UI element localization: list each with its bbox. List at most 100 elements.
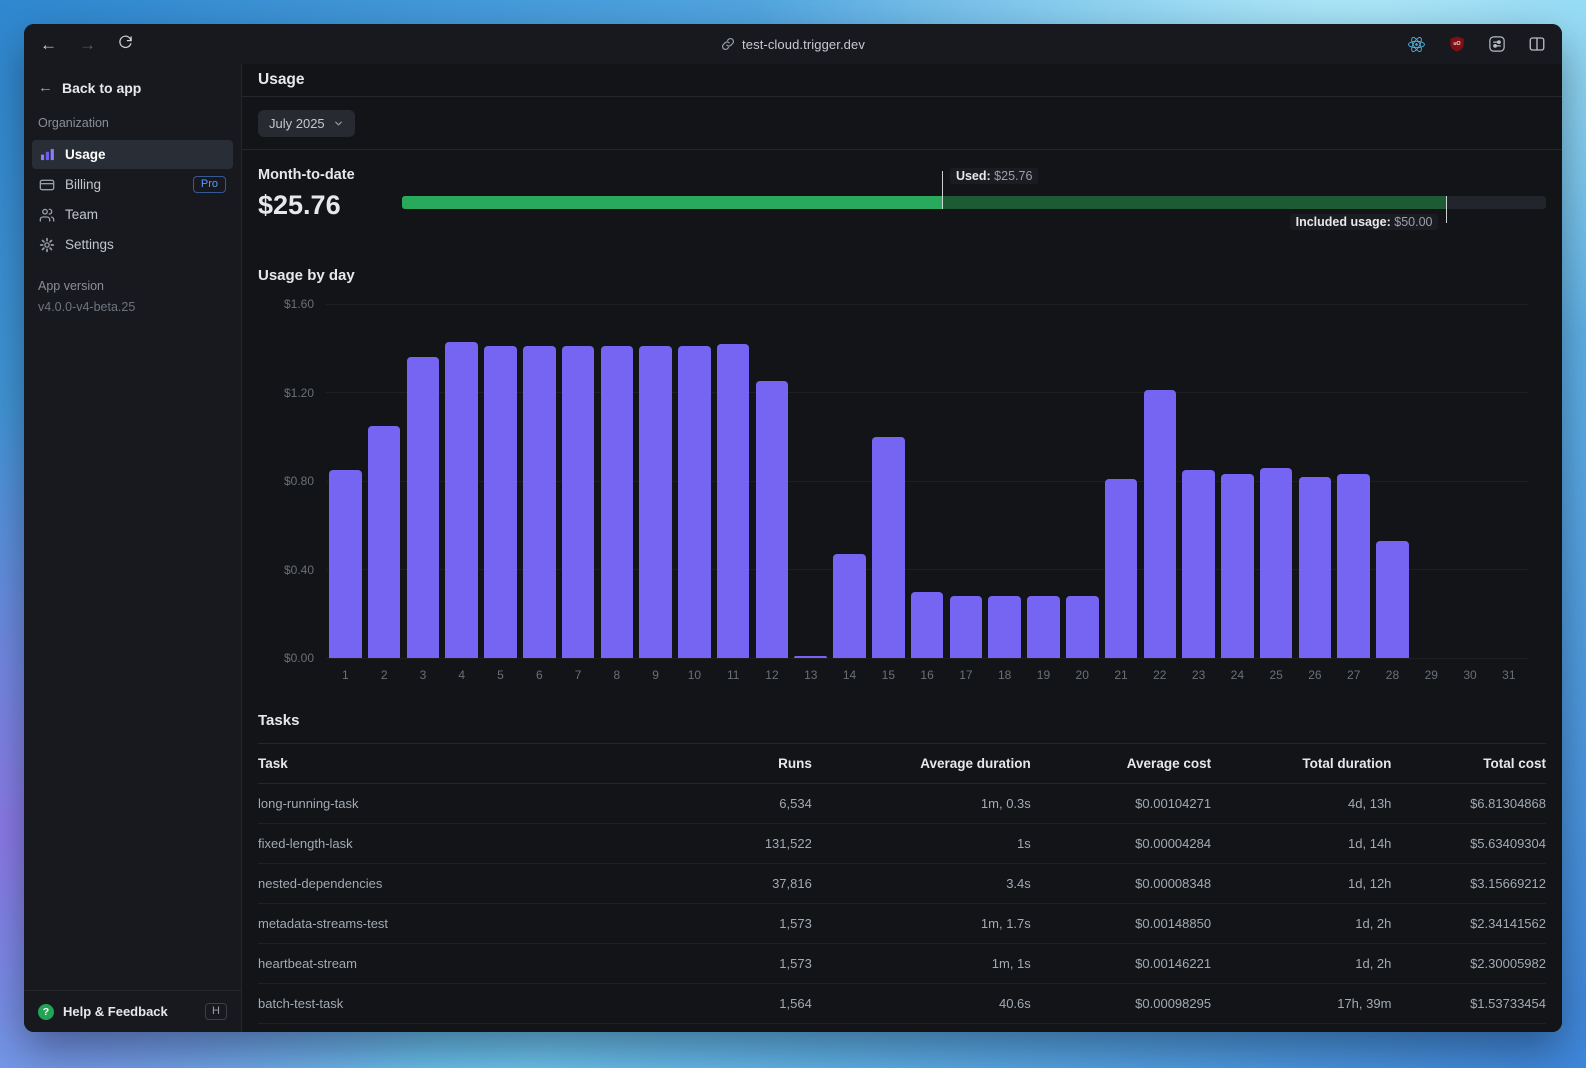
bar-slot — [597, 304, 636, 658]
bar-slot — [947, 304, 986, 658]
bar-chart-icon — [39, 147, 55, 162]
table-cell: batch-test-task — [258, 983, 671, 1024]
month-to-date-label: Month-to-date — [258, 167, 355, 183]
organization-section-label: Organization — [38, 116, 109, 130]
bar-slot — [675, 304, 714, 658]
browser-toolbar: ← → test-cloud.trigger.dev uO — [24, 24, 1562, 64]
sidebar-item-billing[interactable]: Billing Pro — [32, 170, 233, 199]
usage-bar-day-3[interactable] — [406, 357, 440, 658]
usage-bar-day-18[interactable] — [988, 596, 1021, 658]
column-header: Task — [258, 743, 671, 784]
help-icon: ? — [38, 1003, 54, 1020]
x-axis-tick: 16 — [920, 668, 934, 682]
x-axis-tick: 8 — [613, 668, 621, 682]
app-version-value: v4.0.0-v4-beta.25 — [38, 300, 136, 314]
bar-slot — [1140, 304, 1179, 658]
column-header: Total cost — [1391, 743, 1546, 784]
app-version: App version v4.0.0-v4-beta.25 — [24, 259, 241, 314]
split-view-icon[interactable] — [1528, 35, 1546, 53]
table-cell: nested-dependencies — [258, 863, 671, 904]
bar-slot — [365, 304, 404, 658]
usage-bar-day-23[interactable] — [1182, 469, 1215, 658]
month-select[interactable]: July 2025 — [258, 110, 355, 137]
usage-bar-day-20[interactable] — [1065, 596, 1099, 658]
usage-bar-day-19[interactable] — [1027, 596, 1060, 658]
bar-slot — [1257, 304, 1296, 658]
table-cell: 6,534 — [670, 783, 812, 824]
table-cell: $2.30005982 — [1391, 943, 1546, 984]
included-marker — [1446, 196, 1448, 223]
usage-bar-day-16[interactable] — [910, 591, 944, 658]
usage-bar-day-6[interactable] — [523, 346, 556, 658]
reload-icon — [119, 35, 132, 48]
usage-bar-day-12[interactable] — [755, 381, 789, 658]
sidebar-item-usage[interactable]: Usage — [32, 140, 233, 169]
bar-slot — [1373, 304, 1412, 658]
browser-forward-button[interactable]: → — [79, 36, 96, 53]
table-cell: $1.53733454 — [1391, 983, 1546, 1024]
browser-reload-button[interactable] — [118, 35, 133, 53]
browser-back-button[interactable]: ← — [40, 36, 57, 53]
usage-bar-day-2[interactable] — [367, 425, 401, 658]
month-select-value: July 2025 — [269, 116, 325, 131]
tasks-table-header: Task Runs Average duration Average cost Tota… — [258, 743, 1546, 784]
y-axis-tick: $1.60 — [283, 297, 314, 311]
usage-bar-day-27[interactable] — [1337, 474, 1370, 658]
table-cell: $5.63409304 — [1391, 823, 1546, 864]
help-feedback-button[interactable]: ? Help & Feedback H — [24, 990, 241, 1032]
x-axis-tick: 24 — [1230, 668, 1245, 682]
x-axis-tick: 29 — [1424, 668, 1438, 682]
x-axis-tick: 11 — [726, 668, 740, 682]
usage-bar-day-22[interactable] — [1143, 390, 1177, 658]
x-axis-tick: 13 — [804, 668, 818, 682]
usage-bar-day-5[interactable] — [484, 346, 517, 658]
usage-bar-day-14[interactable] — [833, 554, 866, 658]
help-shortcut-key: H — [205, 1003, 227, 1020]
table-cell: $6.81304868 — [1391, 783, 1546, 824]
sidebar-item-settings[interactable]: Settings — [32, 230, 233, 259]
usage-bar-day-13[interactable] — [794, 655, 828, 658]
ublock-origin-icon[interactable]: uO — [1448, 35, 1466, 53]
address-bar[interactable]: test-cloud.trigger.dev — [24, 24, 1562, 64]
x-axis-tick: 1 — [342, 668, 349, 682]
usage-bar-day-1[interactable] — [329, 469, 362, 658]
table-cell: fixed-length-lask — [258, 823, 671, 864]
x-axis-tick: 12 — [765, 668, 779, 682]
back-to-app-label: Back to app — [62, 79, 142, 96]
x-axis-tick: 7 — [574, 668, 582, 682]
x-axis-tick: 23 — [1191, 668, 1206, 682]
main-content: Usage July 2025 Month-to-date $25.76 Use… — [242, 64, 1562, 1032]
tune-extension-icon[interactable] — [1488, 35, 1506, 53]
x-axis-tick: 14 — [842, 668, 857, 682]
table-cell: 1d, 2h — [1211, 943, 1392, 984]
usage-bar-day-26[interactable] — [1298, 476, 1332, 658]
usage-bar-day-15[interactable] — [872, 436, 905, 658]
bar-slot — [1218, 304, 1257, 658]
x-axis-tick: 19 — [1036, 668, 1051, 682]
usage-bar-day-28[interactable] — [1376, 540, 1409, 658]
usage-bar-day-21[interactable] — [1104, 478, 1138, 658]
usage-bar-day-8[interactable] — [600, 346, 634, 658]
usage-bar-day-10[interactable] — [678, 346, 711, 658]
usage-bar-day-7[interactable] — [561, 346, 595, 658]
usage-bar-day-24[interactable] — [1221, 474, 1254, 658]
usage-bar-day-25[interactable] — [1259, 467, 1293, 658]
usage-bar-day-17[interactable] — [949, 596, 983, 658]
usage-bar-day-9[interactable] — [639, 346, 672, 658]
bar-slot — [481, 304, 520, 658]
people-icon — [39, 207, 55, 223]
help-feedback-label: Help & Feedback — [63, 1004, 168, 1019]
bar-slot — [636, 304, 675, 658]
sidebar-item-label: Team — [65, 207, 99, 222]
used-usage-fill — [402, 196, 942, 209]
x-axis-tick: 31 — [1502, 668, 1516, 682]
table-cell: $0.00146221 — [1030, 943, 1212, 984]
table-cell: 1,573 — [670, 943, 812, 984]
react-devtools-icon[interactable] — [1407, 35, 1426, 54]
back-to-app-link[interactable]: ← Back to app — [24, 64, 241, 106]
x-axis-tick: 3 — [419, 668, 427, 682]
usage-bar-day-4[interactable] — [445, 341, 479, 658]
usage-bar-day-11[interactable] — [716, 343, 750, 658]
table-row: metadata-streams-test 1,573 1m, 1.7s $0.001… — [258, 903, 1546, 944]
sidebar-item-team[interactable]: Team — [32, 200, 233, 229]
